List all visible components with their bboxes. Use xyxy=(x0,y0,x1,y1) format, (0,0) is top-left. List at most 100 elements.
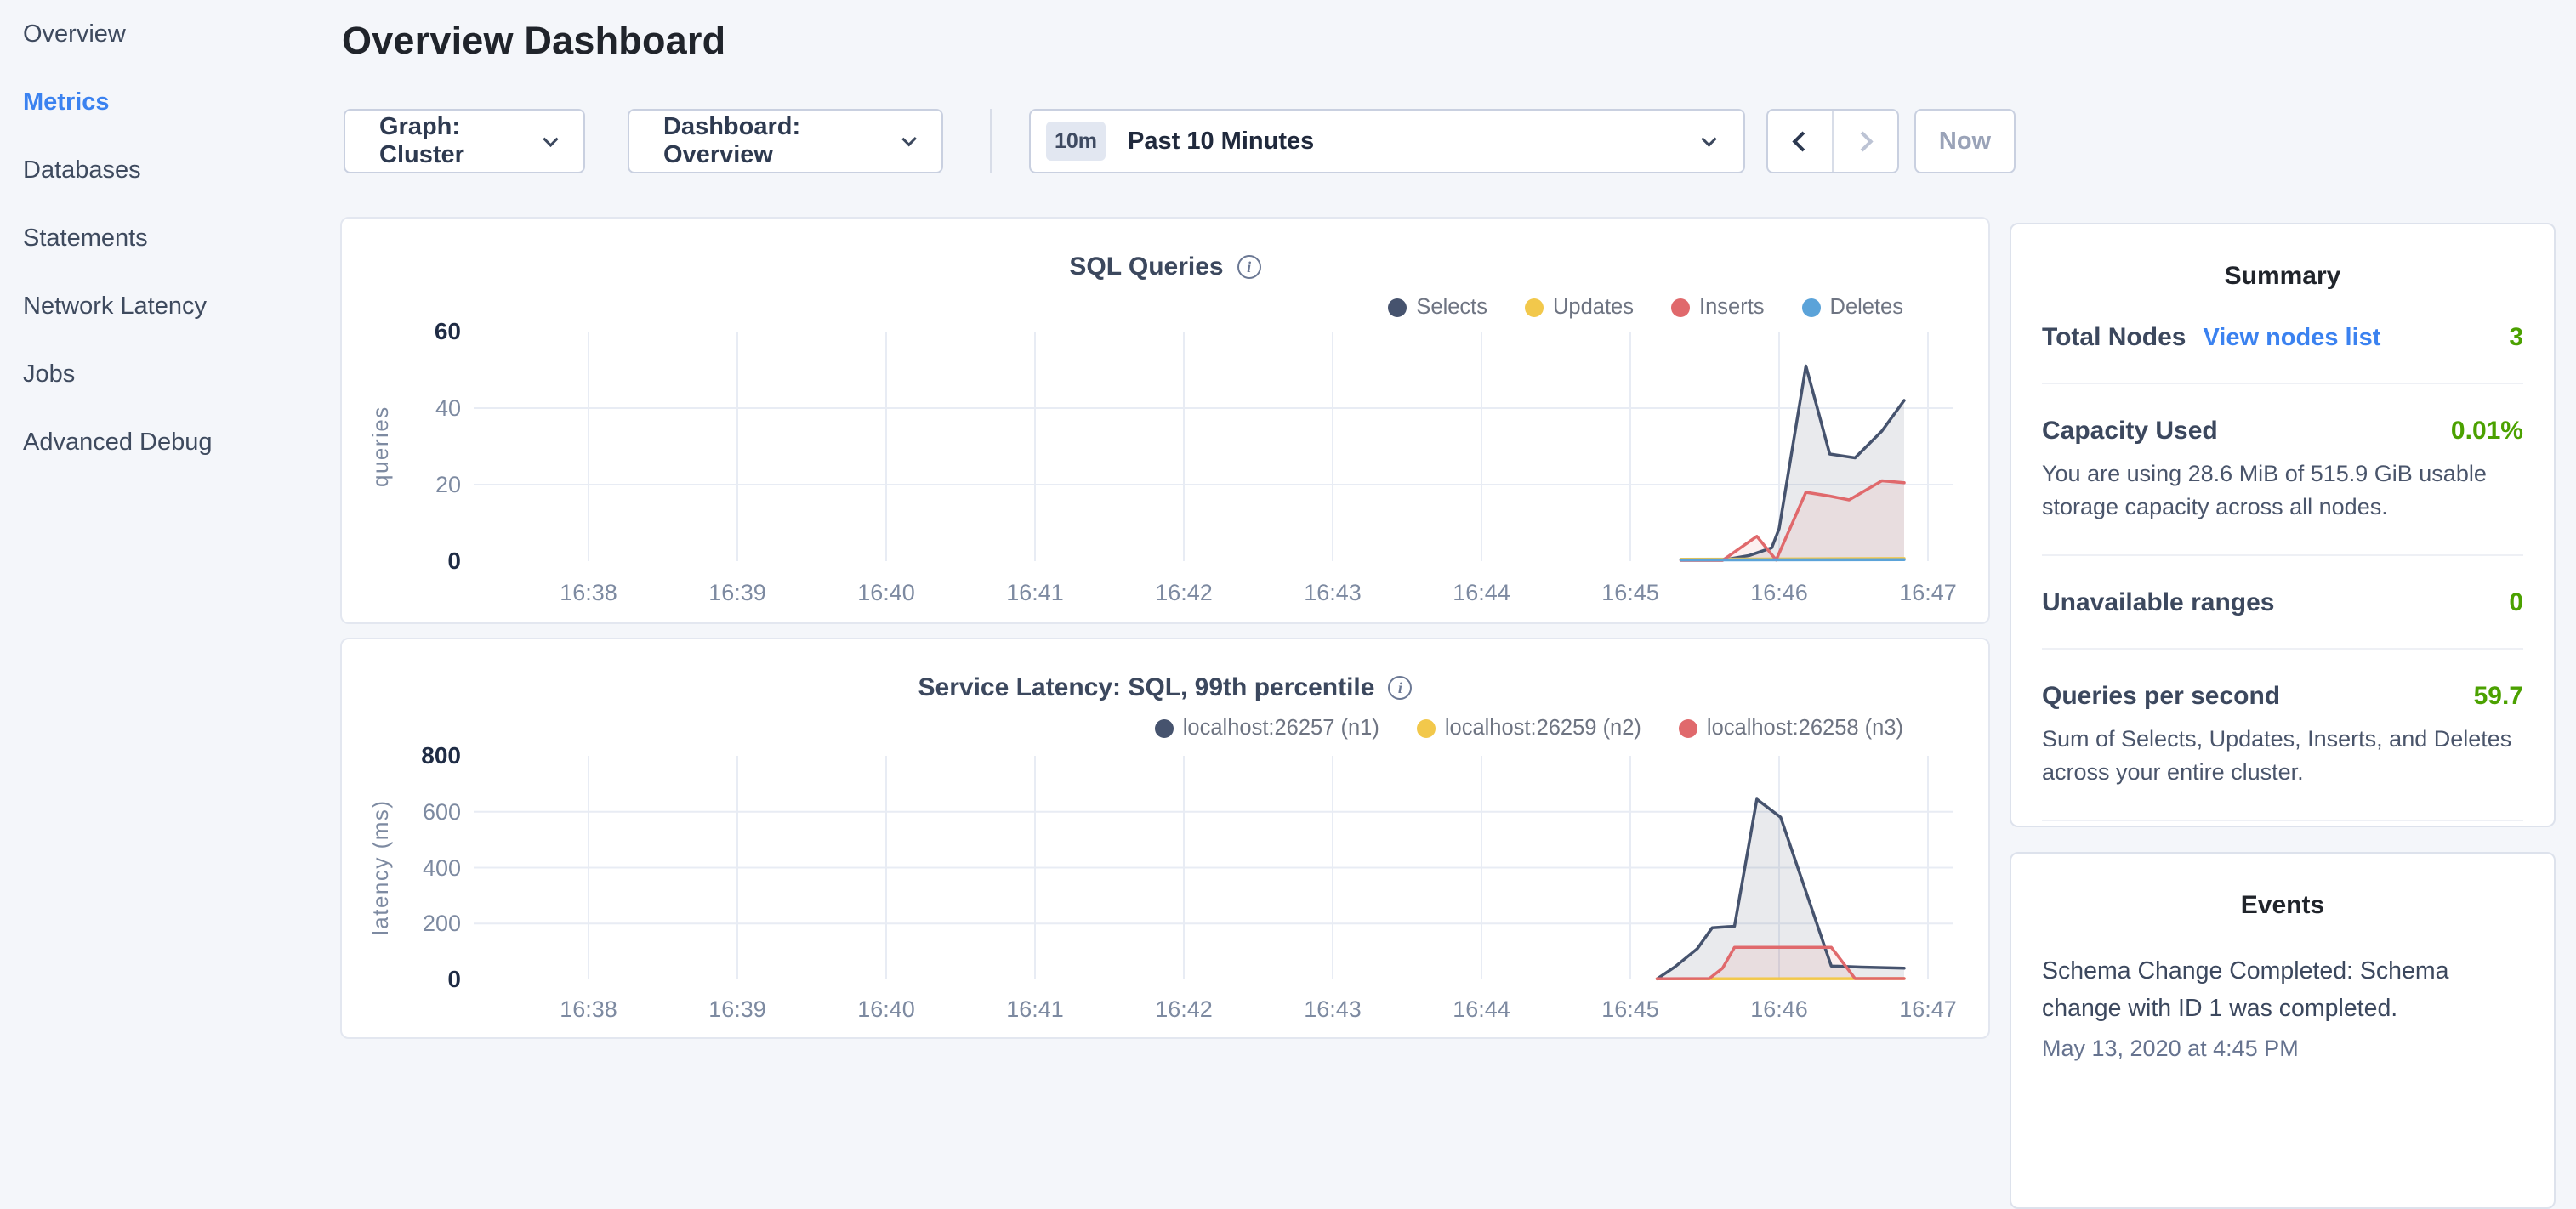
time-window-dropdown[interactable]: 10m Past 10 Minutes xyxy=(1029,109,1745,173)
summary-row-label: Capacity Used xyxy=(2042,417,2218,446)
chart-title: SQL Queries xyxy=(1069,253,1223,281)
chart-legend: localhost:26257 (n1) localhost:26259 (n2)… xyxy=(1155,716,1903,741)
view-nodes-list-link[interactable]: View nodes list xyxy=(2203,324,2380,352)
y-tick-label: 0 xyxy=(376,548,461,575)
next-time-button[interactable] xyxy=(1834,111,1897,172)
summary-divider xyxy=(2042,820,2523,821)
sidebar-item-statements[interactable]: Statements xyxy=(23,223,340,253)
y-tick-label: 800 xyxy=(376,742,461,769)
legend-item[interactable]: localhost:26258 (n3) xyxy=(1679,716,1903,741)
event-text: Schema Change Completed: Schema change w… xyxy=(2042,952,2493,1027)
event-timestamp: May 13, 2020 at 4:45 PM xyxy=(2042,1036,2523,1062)
service-latency-chart-card: Service Latency: SQL, 99th percentile i … xyxy=(340,638,1990,1039)
x-tick-label: 16:47 xyxy=(1868,580,1987,606)
summary-row-label: Queries per second xyxy=(2042,682,2280,711)
x-tick-label: 16:43 xyxy=(1273,996,1392,1023)
y-tick-label: 400 xyxy=(376,854,461,882)
sidebar-item-overview[interactable]: Overview xyxy=(23,19,340,49)
x-tick-label: 16:39 xyxy=(678,580,797,606)
x-tick-label: 16:42 xyxy=(1124,580,1243,606)
legend-label: Inserts xyxy=(1699,295,1765,320)
summary-divider xyxy=(2042,554,2523,556)
x-tick-label: 16:46 xyxy=(1720,580,1839,606)
legend-item[interactable]: Inserts xyxy=(1671,295,1765,320)
summary-divider xyxy=(2042,383,2523,384)
time-pager xyxy=(1766,109,1899,173)
y-tick-label: 600 xyxy=(376,798,461,826)
x-tick-label: 16:47 xyxy=(1868,996,1987,1023)
toolbar-divider xyxy=(990,109,992,173)
summary-row: Capacity Used 0.01% xyxy=(2042,417,2523,446)
x-tick-label: 16:39 xyxy=(678,996,797,1023)
summary-row-value: 0.01% xyxy=(2451,417,2523,446)
events-panel: Events Schema Change Completed: Schema c… xyxy=(2010,852,2556,1209)
summary-row-description: Sum of Selects, Updates, Inserts, and De… xyxy=(2042,723,2523,789)
page-title: Overview Dashboard xyxy=(342,19,725,63)
summary-row-description: You are using 28.6 MiB of 515.9 GiB usab… xyxy=(2042,457,2523,524)
now-button[interactable]: Now xyxy=(1914,109,2016,173)
y-axis-unit-label: queries xyxy=(367,332,394,561)
chart-plot[interactable] xyxy=(474,756,1953,979)
chart-plot[interactable] xyxy=(474,332,1953,561)
time-window-badge: 10m xyxy=(1046,122,1106,161)
info-icon[interactable]: i xyxy=(1237,255,1261,279)
summary-row-label: Total Nodes xyxy=(2042,323,2186,352)
sidebar-item-network-latency[interactable]: Network Latency xyxy=(23,291,340,321)
legend-item[interactable]: Selects xyxy=(1388,295,1487,320)
legend-item[interactable]: localhost:26257 (n1) xyxy=(1155,716,1379,741)
legend-label: Deletes xyxy=(1830,295,1903,320)
chart-title: Service Latency: SQL, 99th percentile xyxy=(918,673,1375,702)
x-tick-label: 16:38 xyxy=(529,996,648,1023)
chart-legend: Selects Updates Inserts Deletes xyxy=(1388,295,1903,320)
summary-row: Unavailable ranges 0 xyxy=(2042,588,2523,617)
legend-item[interactable]: Updates xyxy=(1525,295,1634,320)
summary-row: Queries per second 59.7 xyxy=(2042,682,2523,711)
summary-row-label: Unavailable ranges xyxy=(2042,588,2274,617)
prev-time-button[interactable] xyxy=(1768,111,1832,172)
sidebar-item-jobs[interactable]: Jobs xyxy=(23,359,340,389)
x-tick-label: 16:45 xyxy=(1571,580,1690,606)
legend-dot-icon xyxy=(1155,719,1174,738)
x-tick-label: 16:40 xyxy=(827,996,946,1023)
summary-panel: Summary Total Nodes View nodes list 3 Capac… xyxy=(2010,223,2556,827)
sidebar-item-advanced-debug[interactable]: Advanced Debug xyxy=(23,427,340,457)
summary-row: Total Nodes View nodes list 3 xyxy=(2042,323,2523,352)
legend-item[interactable]: localhost:26259 (n2) xyxy=(1417,716,1641,741)
summary-row-value: 3 xyxy=(2509,323,2523,352)
x-tick-label: 16:45 xyxy=(1571,996,1690,1023)
x-tick-label: 16:42 xyxy=(1124,996,1243,1023)
chevron-right-icon xyxy=(1852,131,1873,151)
dashboard-dropdown[interactable]: Dashboard: Overview xyxy=(628,109,943,173)
x-tick-label: 16:38 xyxy=(529,580,648,606)
legend-dot-icon xyxy=(1417,719,1436,738)
y-tick-label: 60 xyxy=(376,318,461,345)
chart-title-row: SQL Queries i xyxy=(342,253,1988,281)
dashboard-dropdown-label: Dashboard: Overview xyxy=(663,113,904,169)
y-tick-label: 20 xyxy=(376,471,461,498)
legend-dot-icon xyxy=(1679,719,1697,738)
sidebar: Overview Metrics Databases Statements Networ… xyxy=(0,0,340,1051)
legend-label: localhost:26259 (n2) xyxy=(1445,716,1641,741)
chevron-down-icon xyxy=(1701,131,1716,146)
x-tick-label: 16:40 xyxy=(827,580,946,606)
legend-label: localhost:26257 (n1) xyxy=(1183,716,1379,741)
x-tick-label: 16:43 xyxy=(1273,580,1392,606)
info-icon[interactable]: i xyxy=(1388,676,1412,700)
graph-dropdown[interactable]: Graph: Cluster xyxy=(344,109,585,173)
graph-dropdown-label: Graph: Cluster xyxy=(379,113,545,169)
legend-dot-icon xyxy=(1802,298,1821,317)
events-list: Schema Change Completed: Schema change w… xyxy=(2042,952,2523,1062)
legend-label: Selects xyxy=(1416,295,1487,320)
x-tick-label: 16:44 xyxy=(1422,580,1541,606)
time-window-label: Past 10 Minutes xyxy=(1128,128,1314,156)
sidebar-item-databases[interactable]: Databases xyxy=(23,155,340,185)
summary-row-value: 59.7 xyxy=(2474,682,2523,711)
legend-item[interactable]: Deletes xyxy=(1802,295,1903,320)
summary-title: Summary xyxy=(2042,262,2523,291)
summary-rows: Total Nodes View nodes list 3 Capacity Used… xyxy=(2042,323,2523,883)
legend-dot-icon xyxy=(1671,298,1690,317)
sidebar-item-metrics[interactable]: Metrics xyxy=(23,87,340,117)
summary-row-value: 0 xyxy=(2509,588,2523,617)
events-title: Events xyxy=(2042,891,2523,920)
chevron-left-icon xyxy=(1792,131,1812,151)
